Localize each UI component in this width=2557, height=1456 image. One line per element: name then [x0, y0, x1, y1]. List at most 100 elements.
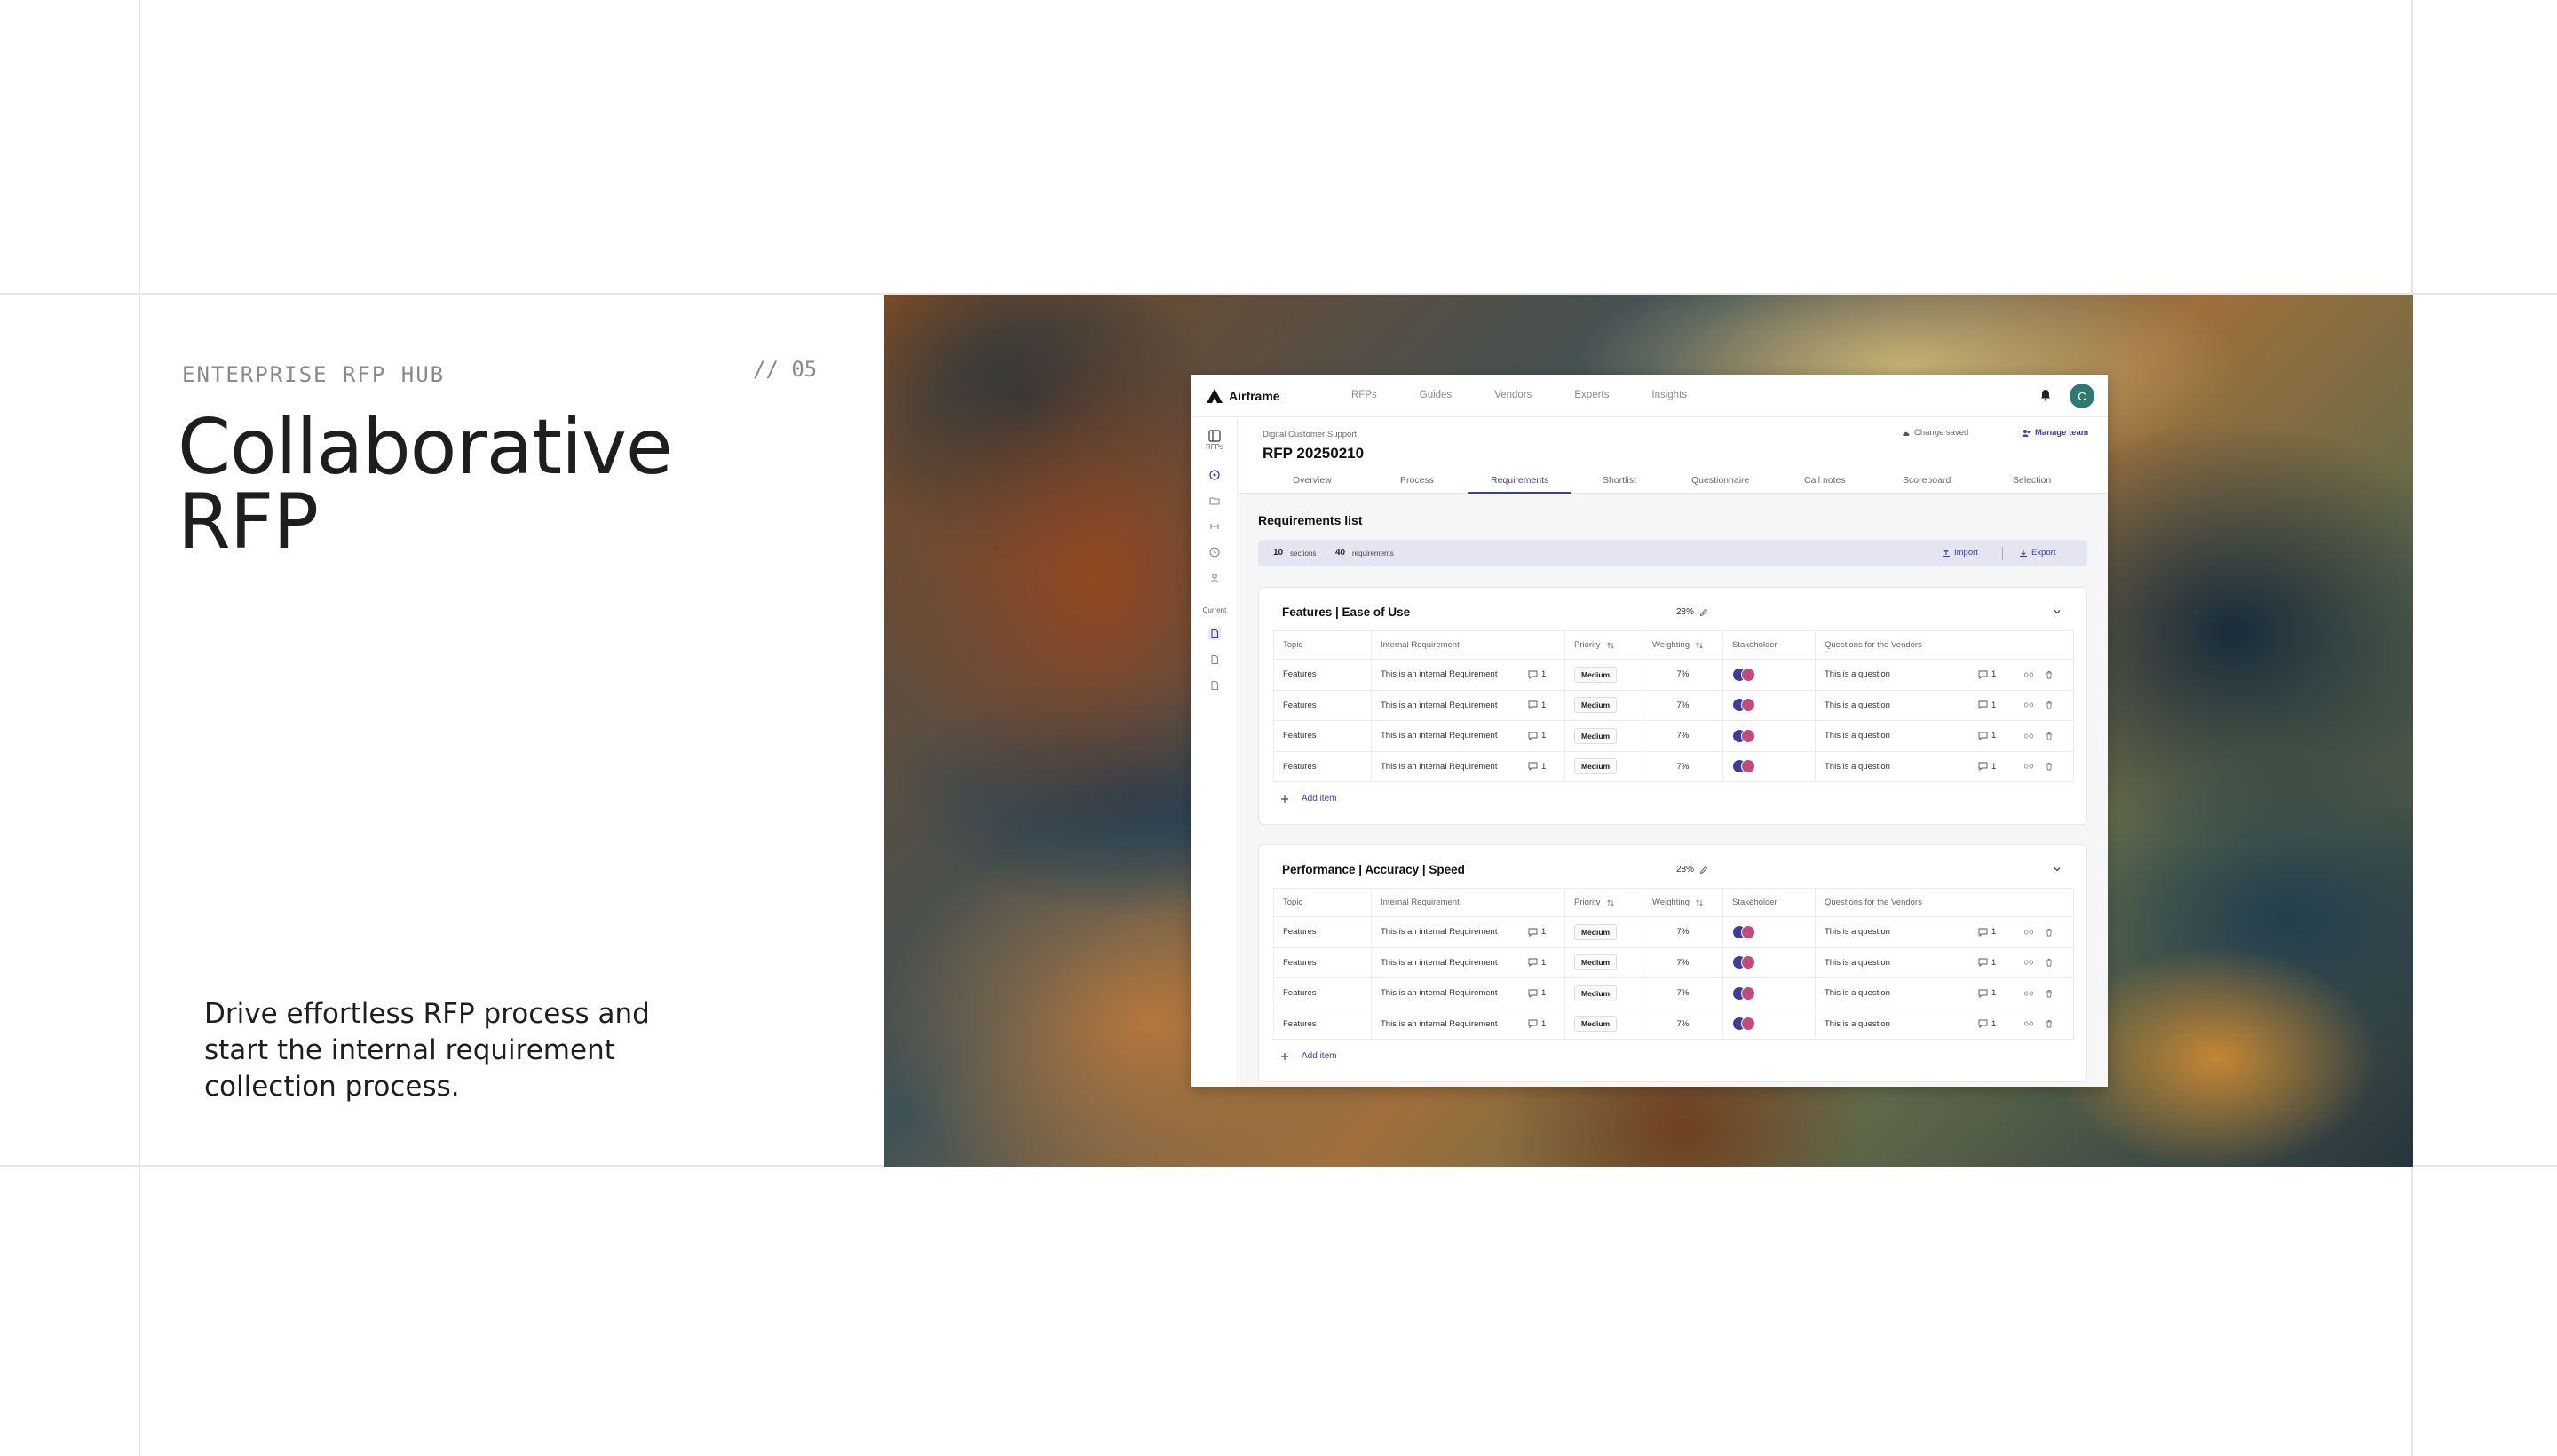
priority-badge[interactable]: Medium: [1574, 1016, 1618, 1033]
cell-requirement[interactable]: This is an internal Requirement 1: [1372, 917, 1565, 947]
tab-questionnaire[interactable]: Questionnaire: [1691, 475, 1749, 486]
table-row[interactable]: Features This is an internal Requirement…: [1273, 978, 2074, 1009]
link-icon[interactable]: [2023, 670, 2034, 679]
cell-question[interactable]: This is a question 1: [1816, 721, 2075, 751]
priority-badge[interactable]: Medium: [1574, 727, 1618, 744]
add-item-button[interactable]: Add item: [1280, 1051, 1336, 1061]
cell-question[interactable]: This is a question 1: [1816, 948, 2075, 978]
cell-question[interactable]: This is a question 1: [1816, 691, 2075, 721]
stakeholder-avatars[interactable]: [1732, 924, 1762, 940]
cell-stakeholder[interactable]: [1723, 947, 1816, 977]
trash-icon[interactable]: [2045, 732, 2054, 740]
cell-requirement[interactable]: This is an internal Requirement 1: [1372, 947, 1565, 977]
question-comments[interactable]: 1: [1978, 731, 1996, 740]
nav-item-insights[interactable]: Insights: [1651, 390, 1687, 400]
nav-item-vendors[interactable]: Vendors: [1494, 390, 1532, 400]
sort-icon[interactable]: [1695, 641, 1704, 650]
cell-weighting[interactable]: 7%: [1643, 978, 1723, 1009]
tab-call-notes[interactable]: Call notes: [1804, 475, 1846, 486]
question-comments[interactable]: 1: [1978, 988, 1996, 998]
cell-weighting[interactable]: 7%: [1643, 947, 1723, 977]
trash-icon[interactable]: [2045, 958, 2054, 967]
question-comments[interactable]: 1: [1978, 700, 1996, 710]
cell-weighting[interactable]: 7%: [1643, 751, 1723, 781]
cell-requirement[interactable]: This is an internal Requirement 1: [1372, 978, 1565, 1009]
stakeholder-avatars[interactable]: [1732, 758, 1762, 774]
add-item-button[interactable]: Add item: [1280, 794, 1336, 803]
bell-icon[interactable]: [2038, 388, 2053, 402]
cell-stakeholder[interactable]: [1723, 721, 1816, 751]
question-comments[interactable]: 1: [1978, 762, 1996, 772]
edit-icon[interactable]: [1699, 608, 1708, 617]
tab-overview[interactable]: Overview: [1293, 475, 1332, 486]
column-header-priority[interactable]: Priority: [1565, 631, 1643, 659]
table-row[interactable]: Features This is an internal Requirement…: [1273, 660, 2074, 691]
link-icon[interactable]: [2023, 700, 2034, 709]
trash-icon[interactable]: [2045, 928, 2054, 937]
cell-requirement[interactable]: This is an internal Requirement 1: [1372, 721, 1565, 751]
edit-icon[interactable]: [1699, 866, 1708, 874]
cell-priority[interactable]: Medium: [1565, 917, 1643, 947]
priority-badge[interactable]: Medium: [1574, 758, 1618, 775]
link-icon[interactable]: [2023, 732, 2034, 740]
cell-weighting[interactable]: 7%: [1643, 721, 1723, 751]
requirement-comments[interactable]: 1: [1528, 762, 1546, 772]
priority-badge[interactable]: Medium: [1574, 985, 1618, 1001]
trash-icon[interactable]: [2045, 762, 2054, 771]
stakeholder-avatars[interactable]: [1732, 985, 1762, 1001]
cell-weighting[interactable]: 7%: [1643, 690, 1723, 720]
cell-priority[interactable]: Medium: [1565, 1009, 1643, 1039]
column-header-priority[interactable]: Priority: [1565, 889, 1643, 916]
cell-priority[interactable]: Medium: [1565, 947, 1643, 977]
tab-selection[interactable]: Selection: [2013, 475, 2051, 486]
import-button[interactable]: Import: [1942, 548, 1978, 558]
link-icon[interactable]: [2023, 1019, 2034, 1028]
priority-badge[interactable]: Medium: [1574, 954, 1618, 971]
table-row[interactable]: Features This is an internal Requirement…: [1273, 947, 2075, 978]
cell-stakeholder[interactable]: [1723, 690, 1816, 720]
current-document-icon[interactable]: [1208, 628, 1221, 640]
manage-team-button[interactable]: Manage team: [2022, 428, 2088, 438]
requirement-comments[interactable]: 1: [1528, 927, 1546, 937]
user-icon[interactable]: [1208, 572, 1221, 584]
link-icon[interactable]: [2023, 762, 2034, 771]
dashboard-icon[interactable]: [1208, 469, 1221, 481]
trash-icon[interactable]: [2045, 670, 2054, 679]
trash-icon[interactable]: [2045, 989, 2054, 998]
table-row[interactable]: Features This is an internal Requirement…: [1273, 721, 2074, 752]
requirement-comments[interactable]: 1: [1528, 988, 1546, 998]
table-row[interactable]: Features This is an internal Requirement…: [1273, 690, 2075, 721]
nav-item-rfps[interactable]: RFPs: [1351, 390, 1377, 400]
nav-item-experts[interactable]: Experts: [1574, 390, 1609, 400]
tab-scoreboard[interactable]: Scoreboard: [1903, 475, 1951, 486]
cell-stakeholder[interactable]: [1723, 978, 1816, 1009]
document-icon[interactable]: [1208, 679, 1221, 692]
sidebar-toggle-icon[interactable]: [1208, 430, 1221, 442]
cell-priority[interactable]: Medium: [1565, 721, 1643, 751]
trash-icon[interactable]: [2045, 700, 2054, 709]
table-row[interactable]: Features This is an internal Requirement…: [1273, 751, 2074, 782]
tab-process[interactable]: Process: [1400, 475, 1434, 486]
requirement-comments[interactable]: 1: [1528, 700, 1546, 710]
cell-question[interactable]: This is a question 1: [1816, 917, 2075, 947]
document-icon[interactable]: [1208, 653, 1221, 666]
clock-icon[interactable]: [1208, 546, 1221, 558]
table-row[interactable]: Features This is an internal Requirement…: [1273, 1009, 2075, 1040]
requirement-comments[interactable]: 1: [1528, 731, 1546, 740]
stakeholder-avatars[interactable]: [1732, 1016, 1762, 1032]
question-comments[interactable]: 1: [1978, 669, 1996, 679]
table-row[interactable]: Features This is an internal Requirement…: [1273, 917, 2074, 948]
sort-icon[interactable]: [1606, 898, 1615, 907]
question-comments[interactable]: 1: [1978, 927, 1996, 937]
chevron-down-icon[interactable]: [2051, 863, 2063, 875]
cell-question[interactable]: This is a question 1: [1816, 1009, 2075, 1040]
nav-item-guides[interactable]: Guides: [1420, 390, 1452, 400]
requirement-comments[interactable]: 1: [1528, 1019, 1546, 1029]
stakeholder-avatars[interactable]: [1732, 667, 1762, 683]
cell-weighting[interactable]: 7%: [1643, 1009, 1723, 1039]
cell-priority[interactable]: Medium: [1565, 690, 1643, 720]
tab-requirements[interactable]: Requirements: [1491, 475, 1548, 486]
compare-icon[interactable]: [1208, 520, 1221, 533]
trash-icon[interactable]: [2045, 1019, 2054, 1028]
column-header-weighting[interactable]: Weighting: [1643, 631, 1723, 659]
